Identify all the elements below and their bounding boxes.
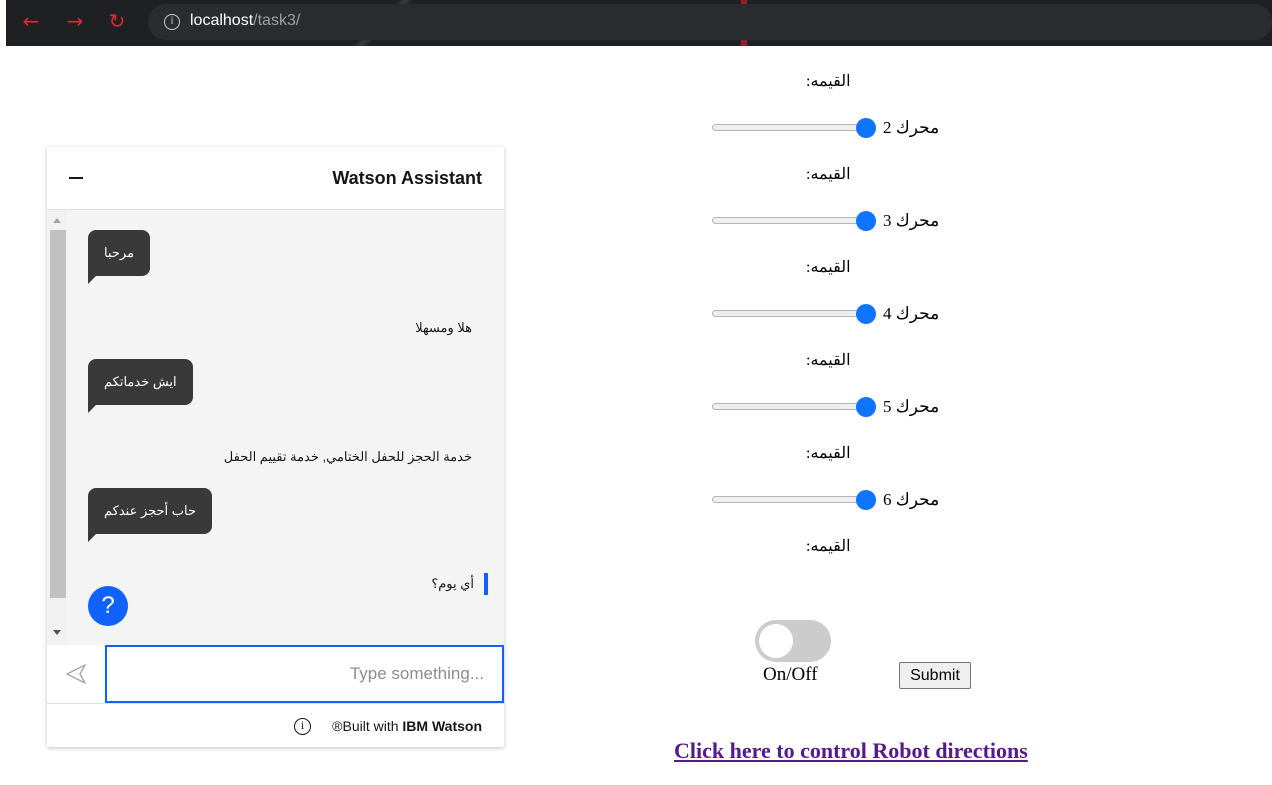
- minimize-icon[interactable]: [69, 167, 85, 187]
- scrollbar[interactable]: [48, 210, 67, 645]
- scrollbar-thumb[interactable]: [50, 230, 66, 598]
- user-message: مرحبا: [88, 230, 151, 284]
- on-off-toggle[interactable]: [755, 620, 831, 662]
- arrow-right-icon[interactable]: →: [64, 10, 86, 32]
- submit-button[interactable]: Submit: [899, 662, 971, 689]
- motor-3-slider-thumb[interactable]: [856, 211, 876, 231]
- send-button[interactable]: [47, 645, 105, 703]
- url-path: /task3/: [253, 12, 301, 29]
- value-label: القيمه:: [806, 259, 851, 276]
- motor-2-slider-thumb[interactable]: [856, 118, 876, 138]
- motor-6-row: محرك 6: [712, 488, 952, 512]
- robot-directions-link[interactable]: Click here to control Robot directions: [674, 738, 1028, 764]
- scroll-down-icon[interactable]: [53, 630, 61, 635]
- user-message: حاب أحجز عندكم: [88, 488, 213, 542]
- address-bar[interactable]: i localhost/task3/: [148, 4, 1272, 40]
- registered-mark: ®: [332, 718, 343, 734]
- chat-messages[interactable]: مرحبا هلا ومسهلا ايش خدماتكم خدمة الحجز …: [47, 210, 504, 645]
- watson-assistant-panel: Watson Assistant مرحبا هلا ومسهلا ايش خد…: [47, 147, 504, 747]
- scroll-up-icon[interactable]: [53, 218, 61, 223]
- value-label: القيمه:: [806, 445, 851, 462]
- motor-6-slider[interactable]: [712, 496, 872, 503]
- motor-6-slider-thumb[interactable]: [856, 490, 876, 510]
- url-host: localhost: [190, 12, 254, 29]
- motor-2-slider[interactable]: [712, 124, 872, 131]
- toggle-knob: [759, 624, 793, 658]
- reload-icon[interactable]: ↻: [106, 10, 128, 32]
- browser-toolbar: ← → ↻ i localhost/task3/: [6, 0, 1272, 46]
- value-label: القيمه:: [806, 166, 851, 183]
- motor-4-slider[interactable]: [712, 310, 872, 317]
- help-button[interactable]: ?: [88, 586, 128, 626]
- motor-5-row: محرك 5: [712, 395, 952, 419]
- bot-message: هلا ومسهلا: [415, 320, 472, 335]
- motor-5-slider[interactable]: [712, 403, 872, 410]
- motor-2-label: محرك 2: [883, 118, 940, 137]
- focus-indicator: [484, 573, 488, 595]
- motor-4-slider-thumb[interactable]: [856, 304, 876, 324]
- value-label: القيمه:: [806, 352, 851, 369]
- motor-5-label: محرك 5: [883, 397, 940, 416]
- toggle-label: On/Off: [763, 664, 818, 685]
- bot-message-latest: أي يوم؟: [431, 572, 488, 596]
- built-with-prefix: Built with: [342, 718, 403, 734]
- motor-3-label: محرك 3: [883, 211, 940, 230]
- motor-2-row: محرك 2: [712, 116, 952, 140]
- chat-input[interactable]: [105, 645, 504, 703]
- url-text[interactable]: localhost/task3/: [190, 12, 300, 30]
- bot-message: خدمة الحجز للحفل الختامي, خدمة تقييم الح…: [223, 449, 472, 464]
- chat-title: Watson Assistant: [332, 168, 482, 188]
- built-with-brand: IBM Watson: [402, 718, 482, 734]
- chat-input-row: [47, 645, 504, 704]
- value-label: القيمه:: [806, 538, 851, 555]
- motor-4-row: محرك 4: [712, 302, 952, 326]
- user-message: ايش خدماتكم: [88, 359, 193, 413]
- arrow-left-icon[interactable]: ←: [20, 10, 42, 32]
- motor-5-slider-thumb[interactable]: [856, 397, 876, 417]
- motor-3-slider[interactable]: [712, 217, 872, 224]
- value-label: القيمه:: [806, 73, 851, 90]
- send-icon: [66, 664, 86, 684]
- bot-message-text: أي يوم؟: [431, 576, 474, 591]
- motor-3-row: محرك 3: [712, 209, 952, 233]
- info-icon[interactable]: i: [164, 14, 180, 30]
- chat-header: Watson Assistant: [47, 147, 504, 210]
- info-icon[interactable]: i: [294, 718, 311, 735]
- chat-footer: i ®Built with IBM Watson: [47, 704, 504, 747]
- motor-6-label: محرك 6: [883, 490, 940, 509]
- motor-4-label: محرك 4: [883, 304, 940, 323]
- built-with-text: ®Built with IBM Watson: [332, 718, 482, 734]
